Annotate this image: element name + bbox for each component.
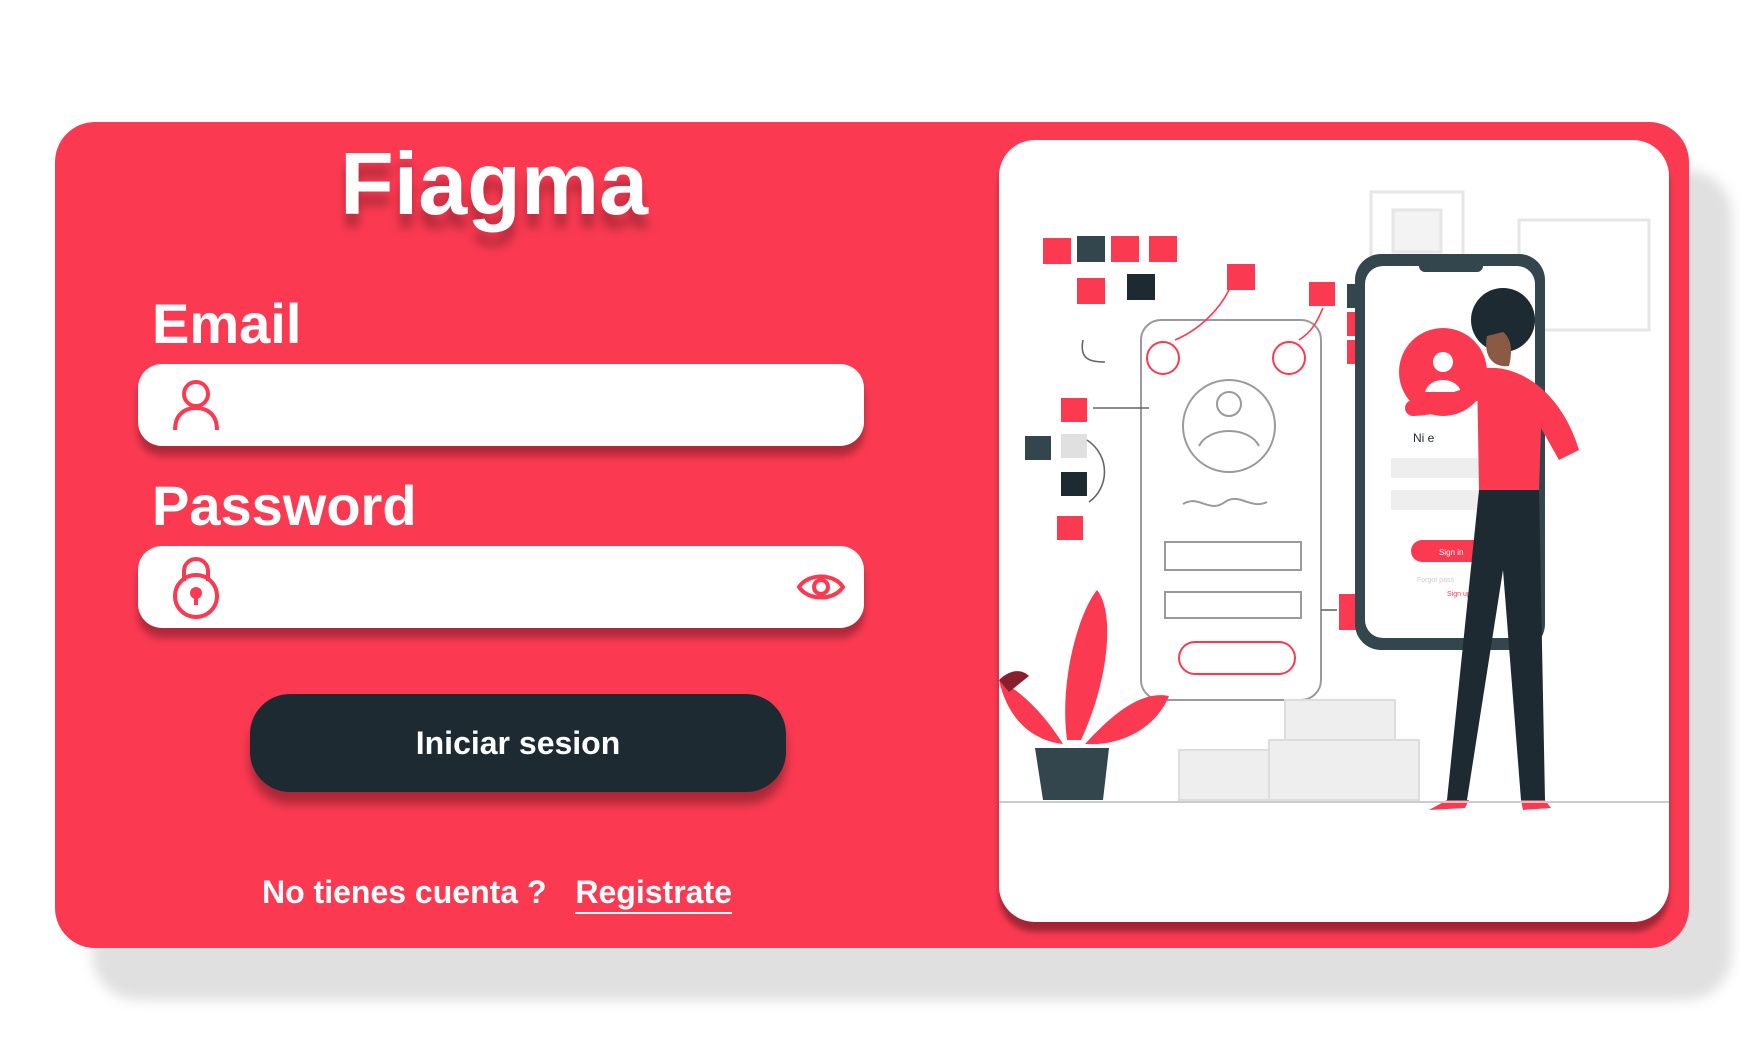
register-link[interactable]: Registrate [575,874,732,914]
boxes [1178,699,1420,801]
brand-title: Fiagma [340,134,649,233]
password-label: Password [152,474,417,537]
email-label: Email [152,292,302,355]
password-input[interactable] [240,556,796,618]
phone-name-label: Ni e [1413,431,1435,445]
footer: No tienes cuenta ? Registrate [262,874,732,914]
email-field-container [138,364,864,446]
no-account-text: No tienes cuenta ? [262,874,547,910]
plant-pot [999,590,1169,800]
wireframe-phone [1140,319,1322,701]
illustration-panel: Ni e Sign in Forgot pass Sign up [999,140,1669,922]
phone-signin-label: Sign in [1439,548,1463,557]
password-field-container [138,546,864,628]
login-button[interactable]: Iniciar sesion [250,694,786,792]
email-input[interactable] [240,374,864,436]
phone-forgot-label: Forgot pass [1417,577,1454,584]
flow-arrows [1081,289,1337,611]
illustration: Ni e Sign in Forgot pass Sign up [999,190,1669,810]
lock-icon [170,557,222,619]
phone-signup-label: Sign up [1447,591,1471,598]
user-icon [170,375,222,435]
eye-icon[interactable] [796,567,846,607]
